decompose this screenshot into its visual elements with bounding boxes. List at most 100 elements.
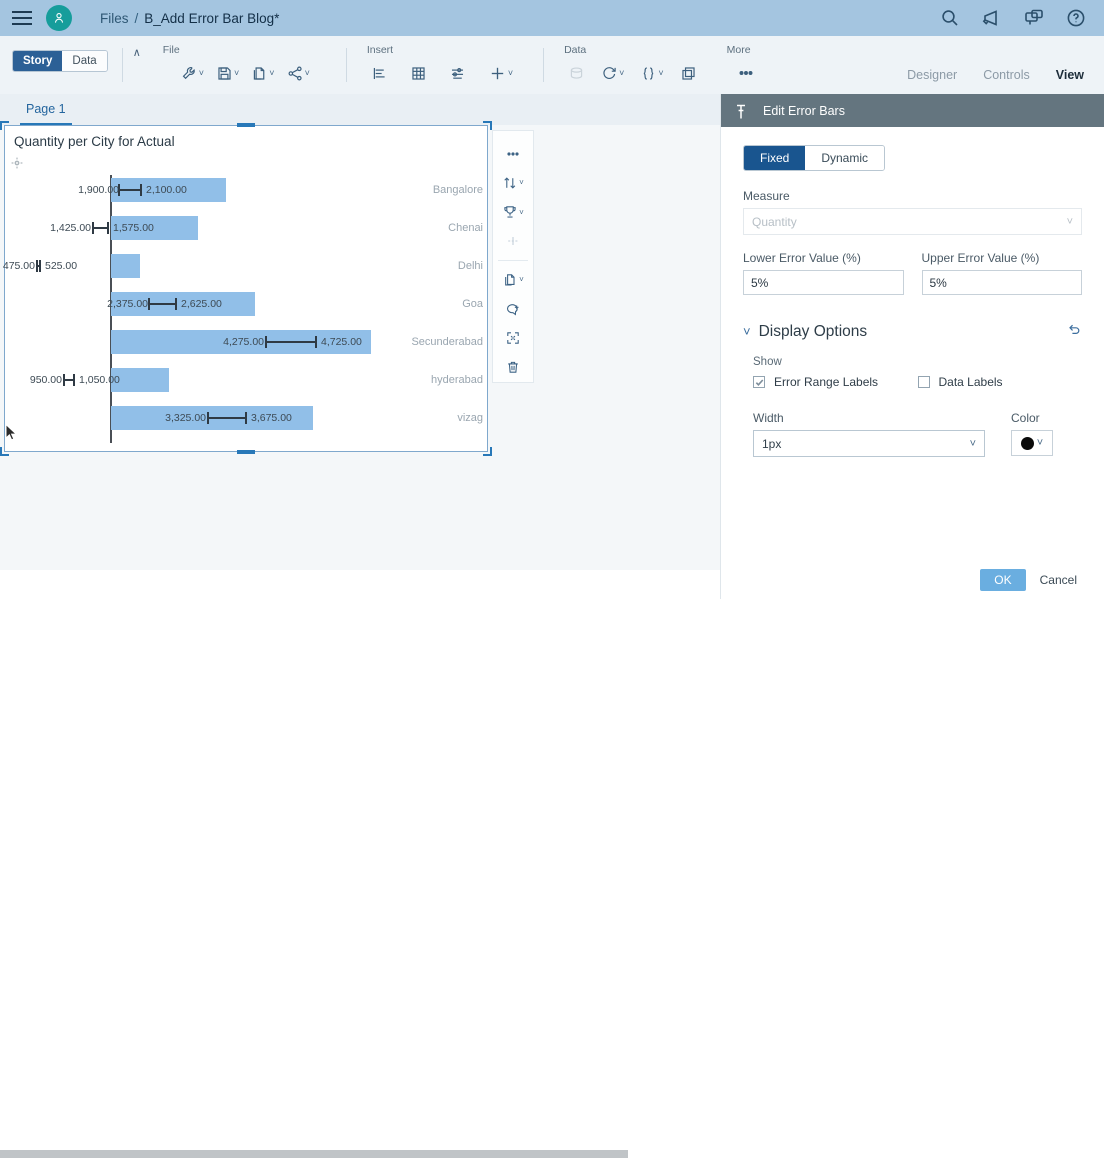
category-label: hyderabad [389, 360, 489, 400]
width-select[interactable]: 1px ˅ [753, 430, 985, 457]
delete-icon[interactable] [496, 353, 530, 382]
chevron-down-icon[interactable]: ˅ [743, 324, 751, 339]
share-icon[interactable]: ˅ [283, 62, 314, 85]
gear-icon[interactable] [11, 156, 23, 168]
refresh-icon[interactable]: ˅ [597, 62, 628, 85]
menu-controls[interactable]: Controls [983, 68, 1030, 94]
error-bar [118, 189, 142, 191]
chevron-down-icon[interactable]: ˅ [305, 69, 310, 78]
chart-bar-row: Bangalore 1,900.00 2,100.00 [5, 170, 489, 210]
table-icon[interactable] [406, 62, 431, 85]
bar-rect[interactable] [111, 254, 140, 278]
chart-title: Quantity per City for Actual [14, 134, 175, 149]
overflow-icon[interactable] [733, 61, 759, 85]
search-icon[interactable] [940, 8, 960, 28]
formula-icon[interactable]: ˅ [636, 62, 667, 85]
checkbox-error-range-labels[interactable]: Error Range Labels [753, 375, 918, 389]
panel-title: Edit Error Bars [763, 104, 845, 118]
chevron-down-icon[interactable]: ˅ [508, 69, 513, 78]
announcement-icon[interactable] [982, 8, 1002, 28]
reset-icon[interactable] [1066, 321, 1082, 342]
horizontal-scrollbar[interactable] [0, 1150, 628, 1158]
fullscreen-icon[interactable] [496, 323, 530, 352]
lower-error-label: 1,900.00 [78, 170, 123, 210]
ranking-icon[interactable]: ˅ [496, 198, 530, 227]
upper-error-label: 525.00 [45, 246, 77, 286]
chart-widget[interactable]: Quantity per City for Actual Bangalore 1… [4, 125, 488, 452]
chevron-down-icon[interactable]: ˅ [1037, 437, 1043, 449]
cancel-button[interactable]: Cancel [1034, 569, 1083, 591]
chevron-down-icon[interactable]: ˅ [519, 208, 524, 217]
filter-settings-icon[interactable] [445, 62, 470, 85]
tools-icon[interactable]: ˅ [177, 62, 208, 85]
menu-view[interactable]: View [1056, 68, 1084, 94]
user-avatar-icon[interactable] [46, 5, 72, 31]
help-icon[interactable] [1066, 8, 1086, 28]
ribbon-group-file: File ˅ ˅ ˅ ˅ [155, 44, 318, 88]
checkbox-data-labels[interactable]: Data Labels [918, 375, 1083, 389]
checkbox-box[interactable] [918, 376, 930, 388]
ribbon-divider-3 [543, 48, 544, 82]
sort-icon[interactable]: ˅ [496, 168, 530, 197]
chevron-down-icon[interactable]: ˅ [269, 69, 274, 78]
tab-page-1[interactable]: Page 1 [20, 102, 72, 125]
chevron-down-icon[interactable]: ˅ [199, 69, 204, 78]
save-icon[interactable]: ˅ [212, 62, 243, 85]
duplicate-icon[interactable] [676, 62, 701, 85]
mode-fixed-button[interactable]: Fixed [744, 146, 805, 170]
width-color-row: Width 1px ˅ Color ˅ [753, 411, 1082, 457]
error-bar [148, 303, 177, 305]
lower-error-input[interactable]: 5% [743, 270, 904, 295]
upper-error-label: 1,050.00 [79, 360, 120, 400]
ribbon-group-data-title: Data [560, 44, 701, 58]
upper-error-input[interactable]: 5% [922, 270, 1083, 295]
upper-error-label: 2,100.00 [146, 170, 187, 210]
hamburger-icon[interactable] [0, 0, 44, 36]
more-options-icon[interactable] [496, 139, 530, 168]
resize-handle-bottom-center[interactable] [237, 450, 255, 454]
chevron-down-icon[interactable]: ˅ [970, 438, 976, 450]
add-comment-icon[interactable] [496, 294, 530, 323]
chevron-down-icon[interactable]: ˅ [234, 69, 239, 78]
chevron-down-icon[interactable]: ˅ [519, 275, 524, 284]
menu-designer[interactable]: Designer [907, 68, 957, 94]
mode-dynamic-button[interactable]: Dynamic [805, 146, 884, 170]
copy-file-icon[interactable]: ˅ [247, 62, 278, 85]
resize-handle-top-center[interactable] [237, 123, 255, 127]
chart-icon[interactable] [367, 62, 392, 85]
error-bar [265, 341, 317, 343]
chevron-down-icon[interactable]: ˅ [519, 178, 524, 187]
mode-story-button[interactable]: Story [13, 51, 62, 71]
upper-error-label: 2,625.00 [181, 284, 222, 324]
color-picker[interactable]: ˅ [1011, 430, 1053, 456]
add-icon[interactable]: ˅ [484, 61, 517, 86]
width-value: 1px [762, 437, 781, 451]
chart-bar-row: hyderabad 950.00 1,050.00 [5, 360, 489, 400]
canvas-bottom-strip [0, 570, 720, 599]
chevron-down-icon[interactable]: ˅ [619, 69, 624, 78]
collapse-ribbon-icon[interactable]: ∧ [133, 48, 141, 59]
measure-value: Quantity [752, 215, 797, 229]
collaboration-icon[interactable] [1024, 8, 1044, 28]
ribbon-divider-1 [122, 48, 123, 82]
mode-data-button[interactable]: Data [62, 51, 106, 71]
chart-bar-row: Delhi 475.00 525.00 [5, 246, 489, 286]
lower-error-label: 475.00 [3, 246, 38, 286]
ribbon-toolbar: Story Data ∧ File ˅ ˅ ˅ ˅ [0, 36, 1104, 94]
resize-handle-top-left[interactable] [0, 121, 9, 130]
copy-icon[interactable]: ˅ [496, 265, 530, 294]
chevron-down-icon[interactable]: ˅ [658, 69, 663, 78]
upper-error-label: Upper Error Value (%) [922, 251, 1083, 265]
breadcrumb: Files / B_Add Error Bar Blog* [100, 11, 279, 26]
checkbox-box[interactable] [753, 376, 765, 388]
resize-handle-top-right[interactable] [483, 121, 492, 130]
error-bar [207, 417, 247, 419]
chart-bar-row: Secunderabad 4,275.00 4,725.00 [5, 322, 489, 362]
pin-icon[interactable] [735, 104, 747, 118]
ok-button[interactable]: OK [980, 569, 1025, 591]
category-label: Bangalore [389, 170, 489, 210]
chevron-down-icon: ˅ [1067, 216, 1073, 228]
chart-bar-row: Chenai 1,425.00 1,575.00 [5, 208, 489, 248]
upper-error-label: 1,575.00 [113, 208, 154, 248]
breadcrumb-files[interactable]: Files [100, 11, 129, 26]
